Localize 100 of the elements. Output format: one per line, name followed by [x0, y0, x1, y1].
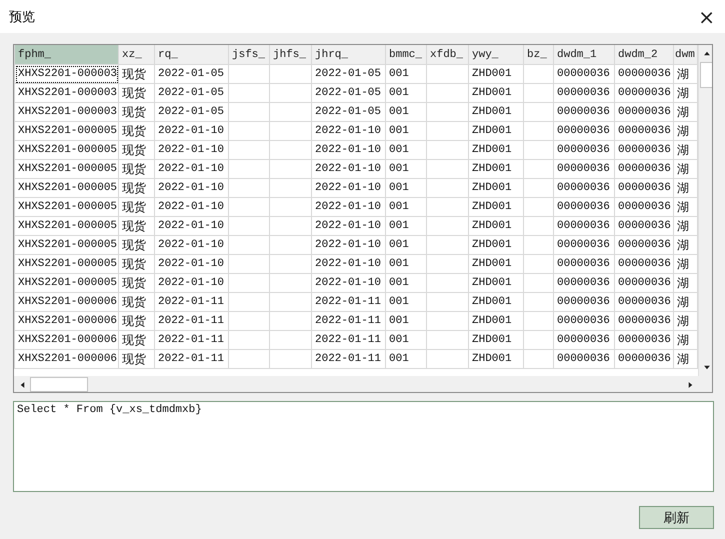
table-cell: ZHD001: [468, 122, 524, 140]
table-cell: 00000036: [614, 254, 674, 274]
column-header[interactable]: ywy_: [468, 45, 524, 64]
table-cell: XHXS2201-000005: [14, 178, 118, 198]
table-cell: 001: [386, 64, 426, 84]
table-cell: 00000036: [554, 312, 614, 330]
table-cell: 00000036: [614, 160, 674, 178]
table-cell: ZHD001: [468, 330, 524, 350]
scroll-left-icon[interactable]: [20, 380, 24, 388]
table-cell: XHXS2201-000006: [14, 292, 118, 312]
table-cell: 001: [386, 254, 426, 274]
table-cell: 2022-01-10: [312, 236, 386, 254]
table-cell: 00000036: [614, 122, 674, 140]
horizontal-scrollbar[interactable]: [14, 376, 698, 392]
table-cell: 001: [386, 350, 426, 368]
column-header[interactable]: dwdm_1: [554, 45, 614, 64]
table-cell: XHXS2201-000005: [14, 140, 118, 160]
vertical-scrollbar[interactable]: [698, 45, 712, 376]
table-cell: 001: [386, 122, 426, 140]
table-cell: 00000036: [554, 84, 614, 102]
column-header[interactable]: bmmc_: [386, 45, 426, 64]
table-cell: 2022-01-11: [312, 292, 386, 312]
table-cell: 001: [386, 330, 426, 350]
table-cell: 2022-01-11: [154, 330, 228, 350]
table-cell: 00000036: [554, 236, 614, 254]
query-field[interactable]: Select * From {v_xs_tdmdmxb}: [13, 401, 714, 492]
table-cell: 00000036: [554, 122, 614, 140]
table-cell: XHXS2201-000006: [14, 350, 118, 368]
table-cell: 2022-01-05: [312, 84, 386, 102]
table-cell: ZHD001: [468, 160, 524, 178]
scroll-thumb[interactable]: [700, 62, 712, 88]
table-cell: 2022-01-05: [312, 64, 386, 84]
table-cell: ZHD001: [468, 312, 524, 330]
table-cell: 现货: [118, 84, 154, 102]
table-cell: ZHD001: [468, 216, 524, 236]
table-cell: 2022-01-10: [312, 122, 386, 140]
table-cell: 2022-01-10: [154, 122, 228, 140]
column-header[interactable]: jhfs_: [270, 45, 312, 64]
table-cell: 2022-01-11: [154, 350, 228, 368]
table-cell: 2022-01-10: [154, 140, 228, 160]
table-cell: 2022-01-10: [154, 198, 228, 216]
column-header[interactable]: rq_: [154, 45, 228, 64]
table-cell: 00000036: [554, 140, 614, 160]
table-cell: 00000036: [554, 102, 614, 122]
table-cell: XHXS2201-000006: [14, 330, 118, 350]
table-cell: 001: [386, 160, 426, 178]
scroll-thumb[interactable]: [30, 377, 88, 392]
column-header[interactable]: dwm: [674, 45, 698, 64]
table-cell: 001: [386, 102, 426, 122]
table-cell: 00000036: [614, 292, 674, 312]
table-cell: 00000036: [554, 254, 614, 274]
table-cell: XHXS2201-000005: [14, 122, 118, 140]
table-cell: 2022-01-10: [312, 198, 386, 216]
column-header[interactable]: jhrq_: [312, 45, 386, 64]
column-header[interactable]: jsfs_: [228, 45, 270, 64]
scroll-up-icon[interactable]: [703, 51, 711, 56]
table-cell: 现货: [118, 236, 154, 254]
table-cell: 现货: [118, 64, 154, 84]
refresh-button[interactable]: 刷新: [639, 506, 714, 529]
table-cell: 2022-01-10: [154, 236, 228, 254]
table-cell: 2022-01-11: [154, 292, 228, 312]
table-cell: 2022-01-11: [312, 350, 386, 368]
table-cell: 现货: [118, 102, 154, 122]
column-header[interactable]: xfdb_: [426, 45, 468, 64]
table-cell: 2022-01-10: [154, 274, 228, 292]
window-title: 预览: [9, 8, 35, 26]
table-cell: 2022-01-10: [312, 216, 386, 236]
table-cell: 00000036: [614, 216, 674, 236]
table-cell: 现货: [118, 292, 154, 312]
table-cell: 00000036: [614, 198, 674, 216]
table-cell: 2022-01-10: [312, 274, 386, 292]
table-cell: 00000036: [554, 330, 614, 350]
table-cell: 00000036: [554, 178, 614, 198]
table-cell: ZHD001: [468, 84, 524, 102]
column-header[interactable]: bz_: [524, 45, 554, 64]
table-cell: 现货: [118, 178, 154, 198]
table-cell: 00000036: [554, 274, 614, 292]
table-cell: XHXS2201-000005: [14, 160, 118, 178]
column-header[interactable]: xz_: [118, 45, 154, 64]
table-cell: 00000036: [554, 350, 614, 368]
scroll-right-icon[interactable]: [688, 380, 692, 388]
table-cell: XHXS2201-000005: [14, 198, 118, 216]
table-cell: ZHD001: [468, 350, 524, 368]
table-cell: 2022-01-10: [312, 140, 386, 160]
column-header[interactable]: dwdm_2: [614, 45, 674, 64]
table-cell: 00000036: [614, 64, 674, 84]
table-cell: 001: [386, 178, 426, 198]
table-cell: 2022-01-10: [312, 178, 386, 198]
table-cell: ZHD001: [468, 236, 524, 254]
table-cell: 现货: [118, 160, 154, 178]
table-cell: 001: [386, 312, 426, 330]
close-button[interactable]: ×: [694, 6, 719, 26]
table-cell: ZHD001: [468, 102, 524, 122]
column-header[interactable]: fphm_: [14, 45, 118, 64]
scroll-down-icon[interactable]: [703, 365, 711, 370]
table-cell: 现货: [118, 350, 154, 368]
table-cell: 00000036: [554, 292, 614, 312]
table-cell: 现货: [118, 198, 154, 216]
table-cell: 现货: [118, 122, 154, 140]
table-cell: 00000036: [614, 330, 674, 350]
